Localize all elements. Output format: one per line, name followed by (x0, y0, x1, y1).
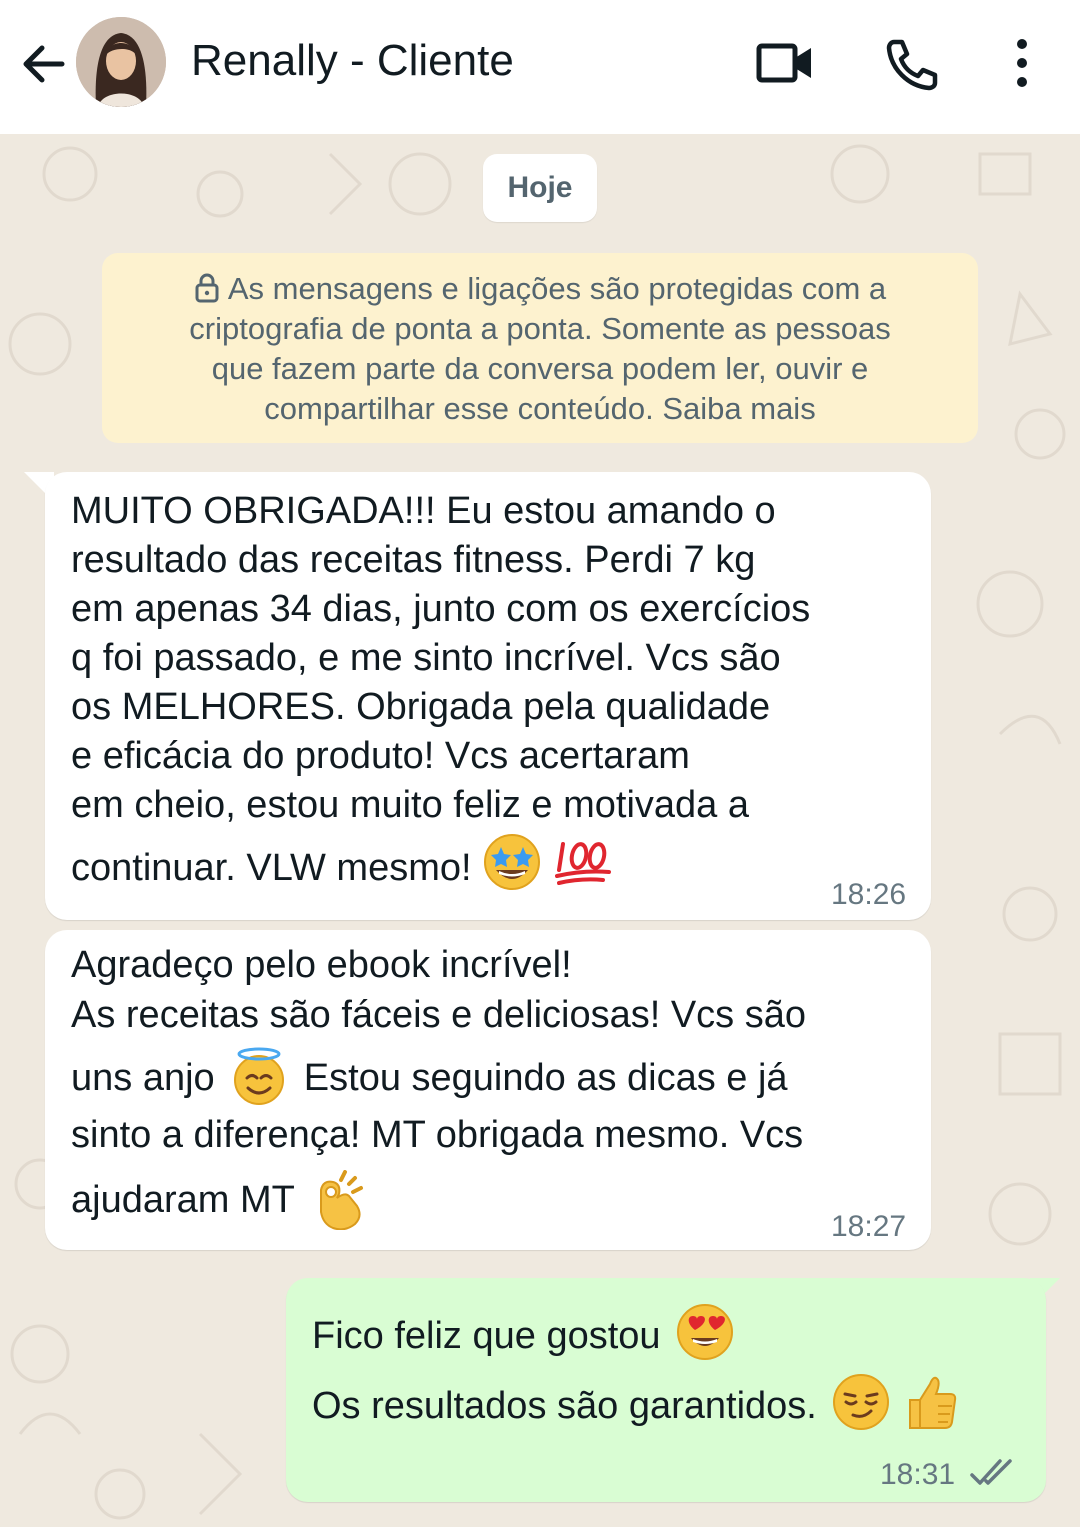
thumbs-up-emoji (908, 1376, 957, 1429)
back-button[interactable] (18, 38, 70, 90)
encryption-notice-line-1: As mensagens e ligações são protegidas c… (132, 269, 948, 309)
date-separator: Hoje (483, 154, 597, 222)
message-bubble-outgoing[interactable]: Fico feliz que gostou Os resultados são … (286, 1278, 1046, 1502)
encryption-notice-line-3: que fazem parte da conversa podem ler, o… (211, 351, 869, 386)
message-text-line: uns anjo Estou seguindo as dicas e já (71, 1047, 788, 1110)
message-bubble-incoming[interactable]: MUITO OBRIGADA!!! Eu estou amando o resu… (45, 472, 931, 920)
message-text-line: MUITO OBRIGADA!!! Eu estou amando o (71, 490, 776, 532)
video-call-icon (756, 43, 811, 83)
message-text-line: os MELHORES. Obrigada pela qualidade (71, 686, 771, 728)
message-text-line-last: continuar. VLW mesmo! (71, 834, 613, 900)
message-timestamp: 18:26 (831, 878, 907, 911)
message-timestamp: 18:27 (831, 1210, 907, 1243)
message-text-line: e eficácia do produto! Vcs acertaram (71, 735, 690, 777)
double-check-icon (970, 1459, 1012, 1485)
message-text-line: Agradeço pelo ebook incrível! (71, 944, 572, 986)
message-text-line: Os resultados são garantidos. (312, 1374, 960, 1438)
arrow-left-icon (23, 45, 65, 83)
more-options-button[interactable] (1000, 36, 1044, 92)
message-text-line: q foi passado, e me sinto incrível. Vcs … (71, 637, 781, 679)
heart-eyes-emoji (677, 1304, 734, 1360)
avatar[interactable] (76, 17, 166, 107)
message-text-line: sinto a diferença! MT obrigada mesmo. Vc… (71, 1114, 804, 1156)
lock-icon (195, 273, 219, 303)
avatar-image (76, 17, 166, 107)
video-call-button[interactable] (755, 36, 815, 92)
encryption-notice[interactable]: As mensagens e ligações são protegidas c… (102, 253, 978, 443)
message-text-line: Fico feliz que gostou (312, 1304, 735, 1368)
hundred-points-emoji (554, 842, 611, 885)
chat-header: Renally - Cliente (0, 0, 1080, 134)
smiling-face-with-halo-emoji (234, 1047, 285, 1105)
phone-icon (886, 39, 938, 91)
message-text-line: em cheio, estou muito feliz e motivada a (71, 784, 750, 826)
message-bubble-incoming[interactable]: Agradeço pelo ebook incrível! As receita… (45, 930, 931, 1250)
contact-name[interactable]: Renally - Cliente (191, 36, 514, 86)
message-text-line-last: ajudaram MT (71, 1170, 365, 1232)
voice-call-button[interactable] (882, 36, 942, 92)
ok-hand-emoji (319, 1170, 363, 1230)
star-struck-emoji (484, 834, 541, 890)
encryption-notice-line-4: compartilhar esse conteúdo. Saiba mais (264, 391, 816, 426)
message-text-line: em apenas 34 dias, junto com os exercíci… (71, 588, 811, 630)
message-timestamp: 18:31 (880, 1458, 956, 1491)
encryption-notice-line-2: criptografia de ponta a ponta. Somente a… (189, 311, 891, 346)
message-text-line: resultado das receitas fitness. Perdi 7 … (71, 539, 756, 581)
smirking-face-emoji (833, 1374, 890, 1430)
more-vert-icon (1017, 39, 1027, 87)
message-text-line: As receitas são fáceis e deliciosas! Vcs… (71, 994, 807, 1036)
